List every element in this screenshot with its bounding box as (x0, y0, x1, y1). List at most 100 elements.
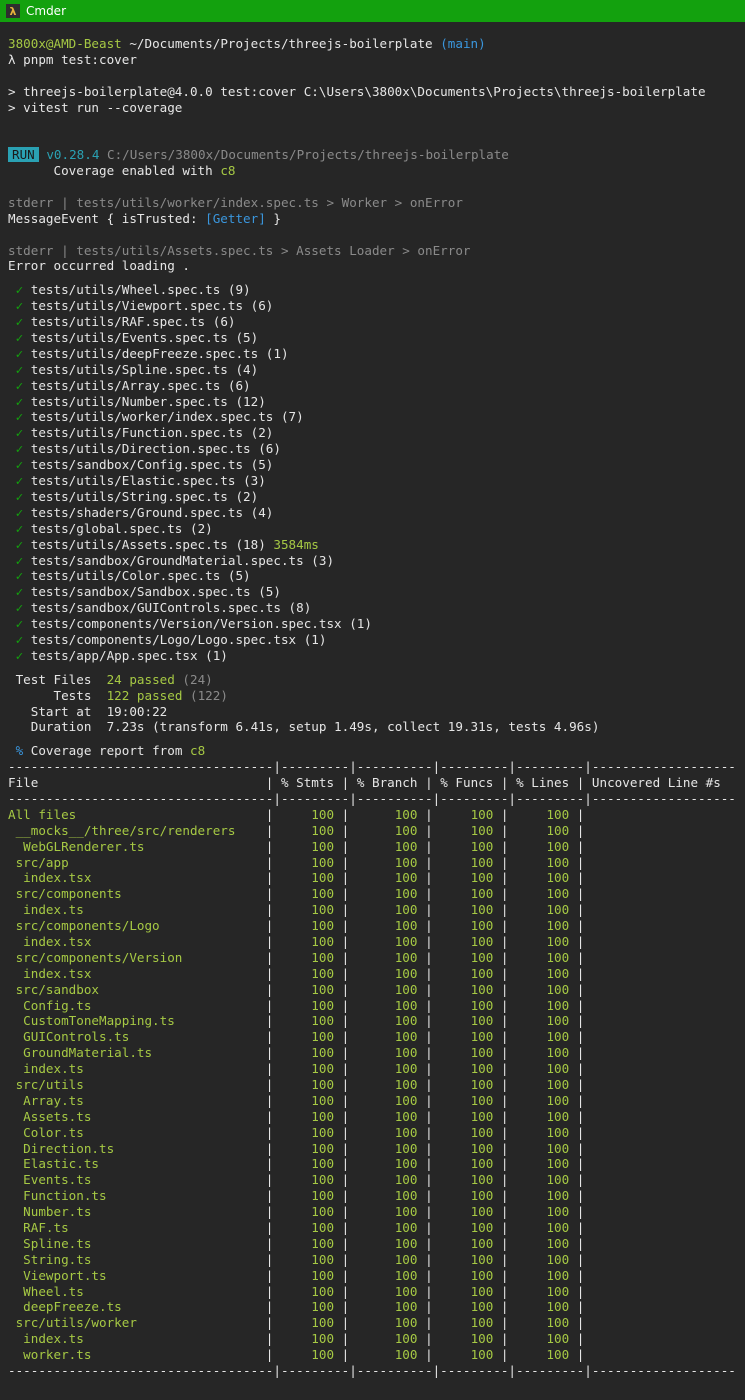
test-file-name: tests/sandbox/Config.spec.ts (30, 457, 251, 473)
coverage-value: 100 (432, 1045, 501, 1061)
coverage-value: 100 (349, 870, 426, 886)
coverage-value: 100 (273, 1092, 342, 1108)
test-file-name: tests/utils/Color.spec.ts (30, 568, 228, 584)
table-row: All files | 100 | 100 | 100 | 100 | (8, 807, 745, 823)
coverage-file: src/components/Logo (8, 918, 266, 934)
table-row: Number.ts | 100 | 100 | 100 | 100 | (8, 1204, 745, 1220)
test-result-item: ✓ tests/utils/Spline.spec.ts (4) (8, 362, 745, 378)
coverage-value (584, 1220, 728, 1235)
coverage-file: src/utils (8, 1077, 266, 1092)
check-icon: ✓ (8, 457, 31, 473)
coverage-file: __mocks__/three/src/renderers (8, 822, 266, 838)
coverage-value (584, 1172, 728, 1187)
coverage-file: deepFreeze.ts (8, 1299, 266, 1315)
coverage-file: index.tsx (8, 870, 266, 886)
coverage-value: 100 (273, 1220, 342, 1236)
test-file-name: tests/utils/Assets.spec.ts (30, 536, 236, 552)
column-header: % Funcs (432, 775, 501, 791)
coverage-file: index.tsx (8, 933, 266, 949)
coverage-value: 100 (273, 1315, 342, 1331)
coverage-value: 100 (432, 1140, 501, 1156)
table-row: String.ts | 100 | 100 | 100 | 100 | (8, 1252, 745, 1268)
coverage-value: 100 (273, 1013, 342, 1029)
script-line-1: > threejs-boilerplate@4.0.0 test:cover C… (8, 83, 706, 99)
test-file-name: tests/utils/RAF.spec.ts (30, 314, 213, 330)
table-row: src/utils/worker | 100 | 100 | 100 | 100… (8, 1315, 745, 1331)
coverage-file: Function.ts (8, 1188, 266, 1204)
coverage-value: 100 (349, 1092, 426, 1108)
coverage-value: 100 (349, 997, 426, 1013)
test-count: (5) (250, 457, 274, 473)
coverage-value: 100 (349, 1140, 426, 1156)
table-header: File | % Stmts | % Branch | % Funcs | % … (8, 775, 729, 791)
coverage-value: 100 (432, 1204, 501, 1220)
table-row: Function.ts | 100 | 100 | 100 | 100 | (8, 1188, 745, 1204)
coverage-value (584, 966, 728, 981)
coverage-value: 100 (432, 1077, 501, 1092)
coverage-value: 100 (508, 997, 577, 1013)
coverage-value: 100 (432, 1188, 501, 1204)
coverage-value: 100 (273, 1077, 342, 1092)
coverage-value (584, 1013, 728, 1028)
coverage-value (584, 1268, 728, 1283)
coverage-value: 100 (273, 870, 342, 886)
check-icon: ✓ (8, 282, 31, 298)
coverage-value: 100 (349, 1251, 426, 1267)
coverage-value: 100 (432, 870, 501, 886)
check-icon: ✓ (8, 409, 31, 425)
coverage-value (584, 1188, 728, 1203)
table-row: WebGLRenderer.ts | 100 | 100 | 100 | 100… (8, 839, 745, 855)
check-icon: ✓ (8, 393, 31, 409)
coverage-file: src/components/Version (8, 949, 266, 965)
coverage-value: 100 (349, 1220, 426, 1236)
check-icon: ✓ (8, 568, 31, 584)
test-file-name: tests/utils/Direction.spec.ts (30, 441, 259, 457)
coverage-value (584, 1141, 728, 1156)
coverage-value: 100 (508, 1029, 577, 1045)
test-file-name: tests/utils/String.spec.ts (30, 488, 236, 504)
coverage-value: 100 (432, 1220, 501, 1236)
test-file-name: tests/utils/Spline.spec.ts (30, 361, 236, 377)
coverage-value (584, 902, 728, 917)
coverage-value (584, 1061, 728, 1076)
title-bar[interactable]: λ Cmder (0, 0, 745, 22)
coverage-value (584, 1029, 728, 1044)
coverage-value: 100 (508, 1156, 577, 1172)
check-icon: ✓ (8, 504, 31, 520)
stderr-label: stderr | tests/utils/worker/index.spec.t… (8, 194, 463, 210)
coverage-value: 100 (349, 1299, 426, 1315)
summary-test-files: Test Files 24 passed (24) (8, 671, 213, 687)
check-icon: ✓ (8, 425, 31, 441)
test-file-name: tests/components/Logo/Logo.spec.tsx (30, 631, 304, 647)
summary-tests: Tests 122 passed (122) (8, 687, 228, 703)
coverage-file: All files (8, 806, 266, 822)
test-count: (1) (205, 647, 228, 663)
coverage-value: 100 (432, 1331, 501, 1347)
coverage-value: 100 (508, 918, 577, 934)
prompt-branch: (main) (440, 36, 486, 51)
summary-start: Start at 19:00:22 (8, 703, 168, 719)
coverage-report-header: % Coverage report from c8 (15, 743, 206, 759)
coverage-value: 100 (273, 1331, 342, 1347)
coverage-value: 100 (508, 838, 577, 854)
table-row: src/components/Version | 100 | 100 | 100… (8, 950, 745, 966)
prompt-user-host: 3800x@AMD-Beast (8, 36, 122, 51)
coverage-value (584, 886, 728, 901)
check-icon: ✓ (8, 584, 31, 600)
summary-duration: Duration 7.23s (transform 6.41s, setup 1… (8, 719, 600, 735)
coverage-file: Color.ts (8, 1124, 266, 1140)
coverage-file: src/components (8, 886, 266, 902)
coverage-value: 100 (273, 1108, 342, 1124)
coverage-value: 100 (349, 1235, 426, 1251)
column-header: % Stmts (273, 775, 342, 791)
coverage-file: Wheel.ts (8, 1283, 266, 1299)
test-file-name: tests/utils/Events.spec.ts (30, 330, 236, 346)
test-count: (5) (227, 568, 251, 584)
table-row: Array.ts | 100 | 100 | 100 | 100 | (8, 1093, 745, 1109)
coverage-value: 100 (349, 1045, 426, 1061)
coverage-value (584, 855, 728, 870)
terminal-output[interactable]: 3800x@AMD-Beast ~/Documents/Projects/thr… (0, 22, 745, 1379)
table-row: src/utils | 100 | 100 | 100 | 100 | (8, 1077, 745, 1093)
coverage-value: 100 (273, 1124, 342, 1140)
table-separator: -----------------------------------|----… (8, 790, 736, 806)
